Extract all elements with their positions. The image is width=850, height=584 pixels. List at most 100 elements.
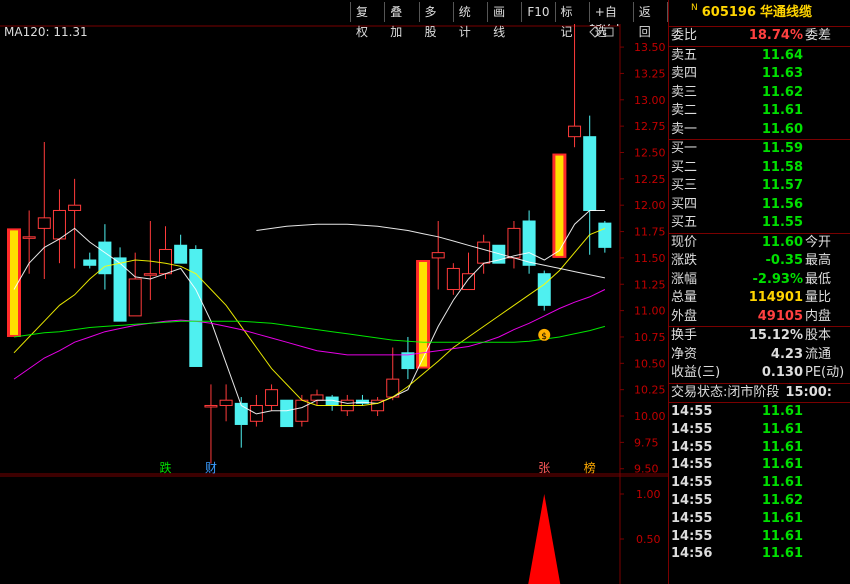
ask-row-label: 卖五 xyxy=(671,47,698,63)
limit-up-bar-fill xyxy=(555,155,564,256)
stat-row: 换手 15.12% 股本 xyxy=(669,327,850,346)
candle-body xyxy=(568,125,582,138)
candle-body xyxy=(68,204,82,211)
mark-button[interactable]: 标记 xyxy=(556,2,590,39)
tick-time: 14:55 xyxy=(671,492,713,508)
candle-body xyxy=(204,404,218,408)
event-marker: 榜 xyxy=(584,460,596,475)
candle-body xyxy=(522,220,536,266)
stat-row-value: 49105 xyxy=(757,308,803,324)
y-tick-label: 12.00 xyxy=(634,199,666,212)
tick-price: 11.61 xyxy=(761,404,803,419)
stat-row: 外盘 49105 内盘 xyxy=(669,308,850,327)
tick-list[interactable]: 14:55 11.61 14:55 11.61 14:55 11.61 14:55 11.61… xyxy=(669,403,850,563)
ask-row-value: 11.62 xyxy=(761,84,803,100)
tick-time: 14:55 xyxy=(671,404,713,419)
y-tick-label: 11.00 xyxy=(634,305,666,318)
f10-button[interactable]: F10 xyxy=(522,2,556,22)
weibi-row: 委比 18.74% 委差 xyxy=(669,27,850,47)
tick-price: 11.61 xyxy=(761,510,803,526)
tick-row: 14:55 11.61 xyxy=(669,510,850,528)
tick-row: 14:55 11.61 xyxy=(669,439,850,457)
bid-book: 买一 11.59 买二 11.58 买三 11.57 买四 11.56 买五 11.55 xyxy=(669,139,850,233)
draw-line-button[interactable]: 画线 xyxy=(488,2,523,39)
stat-row-label: 现价 xyxy=(671,234,698,250)
stat-row-label: 净资 xyxy=(671,346,698,362)
statistics-button[interactable]: 统计 xyxy=(454,2,489,39)
y-tick-label: 10.00 xyxy=(634,410,666,423)
stat-tail-label: 最低 xyxy=(805,271,832,287)
stat-tail-label: PE(动) xyxy=(805,365,845,380)
y-tick-label: 11.75 xyxy=(634,226,666,239)
stat-tail-label: 流通 xyxy=(805,346,832,362)
stat-row-value: 4.23 xyxy=(770,346,803,362)
money-bag-symbol: $ xyxy=(541,332,547,342)
stat-tail-label: 最高 xyxy=(805,253,832,268)
y-tick-label: 13.00 xyxy=(634,94,666,107)
y-tick-label: 11.50 xyxy=(634,252,666,265)
bid-row: 买四 11.56 xyxy=(669,196,850,215)
ask-row: 卖四 11.63 xyxy=(669,65,850,84)
stats-group-2: 换手 15.12% 股本 净资 4.23 流通 收益(三) 0.130 PE(动) xyxy=(669,326,850,383)
ask-row-label: 卖二 xyxy=(671,103,698,118)
candle-body xyxy=(310,394,324,401)
kline-chart[interactable]: MA120: 11.31 13.50 13.25 13.00 12.75 12.50 12.… xyxy=(0,0,668,584)
tick-row: 14:55 11.61 xyxy=(669,528,850,546)
event-marker: 跌 xyxy=(160,460,172,475)
y-tick-label: 12.75 xyxy=(634,120,666,133)
limit-up-bar-fill xyxy=(419,262,428,367)
bid-row-label: 买四 xyxy=(671,196,698,212)
candle-body xyxy=(22,236,36,239)
overlay-button[interactable]: 叠加 xyxy=(385,2,420,39)
candle-body xyxy=(280,399,294,428)
stat-row: 现价 11.60 今开 xyxy=(669,234,850,253)
ask-row-value: 11.61 xyxy=(761,103,803,118)
stock-code: 605196 xyxy=(701,5,757,20)
multi-stock-button[interactable]: 多股 xyxy=(420,2,454,39)
stat-row-value: -2.93% xyxy=(752,271,804,287)
stat-tail-label: 量比 xyxy=(805,290,832,305)
bid-row-value: 11.55 xyxy=(761,215,803,230)
ask-row-value: 11.64 xyxy=(761,47,803,63)
tick-time: 14:55 xyxy=(671,475,713,491)
y-tick-label: 12.50 xyxy=(634,146,666,159)
candle-body xyxy=(234,402,248,425)
fuquan-button[interactable]: 复权 xyxy=(350,2,386,39)
tick-price: 11.61 xyxy=(761,421,803,437)
back-button[interactable]: 返回 xyxy=(634,2,669,39)
tick-row: 14:55 11.62 xyxy=(669,492,850,510)
ask-row: 卖五 11.64 xyxy=(669,47,850,66)
trade-status-row: 交易状态: 闭市阶段 15:00: xyxy=(669,382,850,403)
stat-tail-label: 股本 xyxy=(805,328,832,343)
ask-row-value: 11.60 xyxy=(761,121,803,137)
trade-status-value: 闭市阶段 xyxy=(727,384,780,400)
stat-tail-label: 内盘 xyxy=(805,308,832,324)
y-tick-label: 13.25 xyxy=(634,67,666,80)
candle-body xyxy=(295,399,309,422)
stat-row: 净资 4.23 流通 xyxy=(669,346,850,365)
stat-tail-label: 今开 xyxy=(805,234,832,250)
tick-row: 14:55 11.61 xyxy=(669,456,850,474)
tick-price: 11.61 xyxy=(761,475,803,491)
stat-row-label: 涨幅 xyxy=(671,271,698,287)
bid-row-label: 买二 xyxy=(671,159,698,175)
stat-row-value: 0.130 xyxy=(761,365,803,380)
quote-panel: N 605196 华通线缆 委比 18.74% 委差 卖五 11.64 卖四 11.6… xyxy=(668,0,850,584)
tick-row: 14:55 11.61 xyxy=(669,403,850,421)
candle-body xyxy=(507,227,521,259)
tick-time: 14:55 xyxy=(671,439,713,455)
bid-row-value: 11.57 xyxy=(761,178,803,193)
stat-row: 涨跌 -0.35 最高 xyxy=(669,252,850,271)
y-tick-label: 10.50 xyxy=(634,357,666,370)
add-watchlist-button[interactable]: +自选 xyxy=(590,2,634,39)
bid-row: 买三 11.57 xyxy=(669,177,850,196)
stock-name: 华通线缆 xyxy=(760,5,813,20)
tick-time: 14:55 xyxy=(671,528,713,544)
y-tick-label: 12.25 xyxy=(634,173,666,186)
tick-price: 11.61 xyxy=(761,439,803,455)
tick-price: 11.61 xyxy=(761,457,803,473)
trade-status-label: 交易状态: xyxy=(671,384,728,400)
stat-row-label: 外盘 xyxy=(671,308,698,324)
candle-body xyxy=(265,389,279,406)
y-tick-label: 9.50 xyxy=(634,463,659,476)
